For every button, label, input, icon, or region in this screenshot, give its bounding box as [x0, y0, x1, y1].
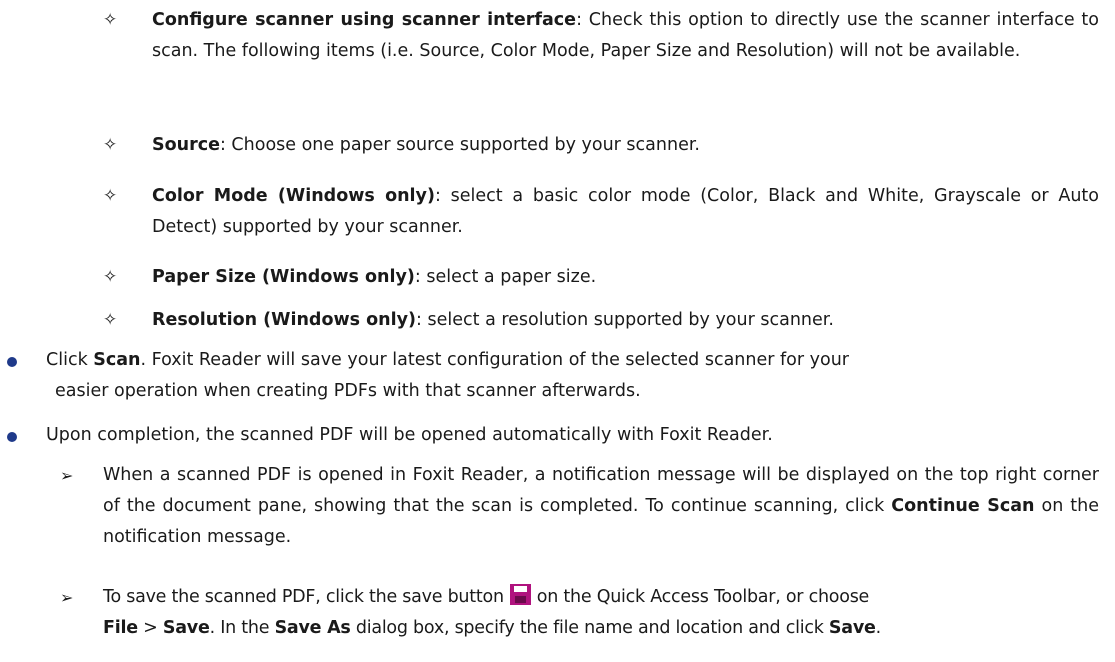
dot-bullet-icon: [7, 432, 17, 442]
step-text: Click: [46, 350, 94, 370]
option-paper-size: Paper Size (Windows only): select a pape…: [152, 262, 1099, 293]
note-text: dialog box, specify the file name and lo…: [350, 618, 829, 638]
diamond-bullet-icon: ✧: [103, 10, 118, 30]
note-text: >: [137, 618, 163, 638]
note-notification: When a scanned PDF is opened in Foxit Re…: [103, 460, 1099, 553]
dot-bullet-icon: [7, 357, 17, 367]
note-text: . In the: [209, 618, 275, 638]
note-save: To save the scanned PDF, click the save …: [103, 582, 1099, 644]
option-description: : select a paper size.: [414, 267, 597, 287]
option-resolution: Resolution (Windows only): select a reso…: [152, 305, 1099, 336]
option-title: Resolution (Windows only): [152, 310, 417, 330]
option-description: : Choose one paper source supported by y…: [219, 135, 700, 155]
diamond-bullet-icon: ✧: [103, 135, 118, 155]
step-line-1: Click Scan. Foxit Reader will save your …: [46, 345, 1099, 376]
save-floppy-icon: [509, 584, 531, 605]
option-configure-scanner: Configure scanner using scanner interfac…: [152, 5, 1099, 67]
diamond-bullet-icon: ✧: [103, 186, 118, 206]
document-page: ✧ Configure scanner using scanner interf…: [0, 0, 1115, 662]
option-title: Configure scanner using scanner interfac…: [152, 10, 577, 30]
option-title: Color Mode (Windows only): [152, 186, 435, 206]
arrow-bullet-icon: ➢: [60, 466, 74, 485]
option-source: Source: Choose one paper source supporte…: [152, 130, 1099, 161]
option-description: : select a resolution supported by your …: [416, 310, 834, 330]
step-line-2: easier operation when creating PDFs with…: [55, 381, 641, 401]
scan-keyword: Scan: [93, 350, 141, 370]
option-title: Paper Size (Windows only): [152, 267, 415, 287]
save-keyword: Save: [162, 618, 210, 638]
step-completion: Upon completion, the scanned PDF will be…: [46, 425, 773, 445]
step-click-scan: Click Scan. Foxit Reader will save your …: [46, 345, 1099, 407]
option-color-mode: Color Mode (Windows only): select a basi…: [152, 181, 1099, 243]
save-as-keyword: Save As: [274, 618, 351, 638]
arrow-bullet-icon: ➢: [60, 588, 74, 607]
step-text: . Foxit Reader will save your latest con…: [140, 350, 849, 370]
save-keyword: Save: [828, 618, 876, 638]
note-text: .: [875, 618, 882, 638]
option-title: Source: [152, 135, 220, 155]
file-keyword: File: [103, 618, 138, 638]
diamond-bullet-icon: ✧: [103, 310, 118, 330]
note-text: on the Quick Access Toolbar, or choose: [536, 587, 870, 607]
note-text: To save the scanned PDF, click the save …: [103, 587, 504, 607]
diamond-bullet-icon: ✧: [103, 267, 118, 287]
continue-scan-keyword: Continue Scan: [891, 496, 1035, 516]
